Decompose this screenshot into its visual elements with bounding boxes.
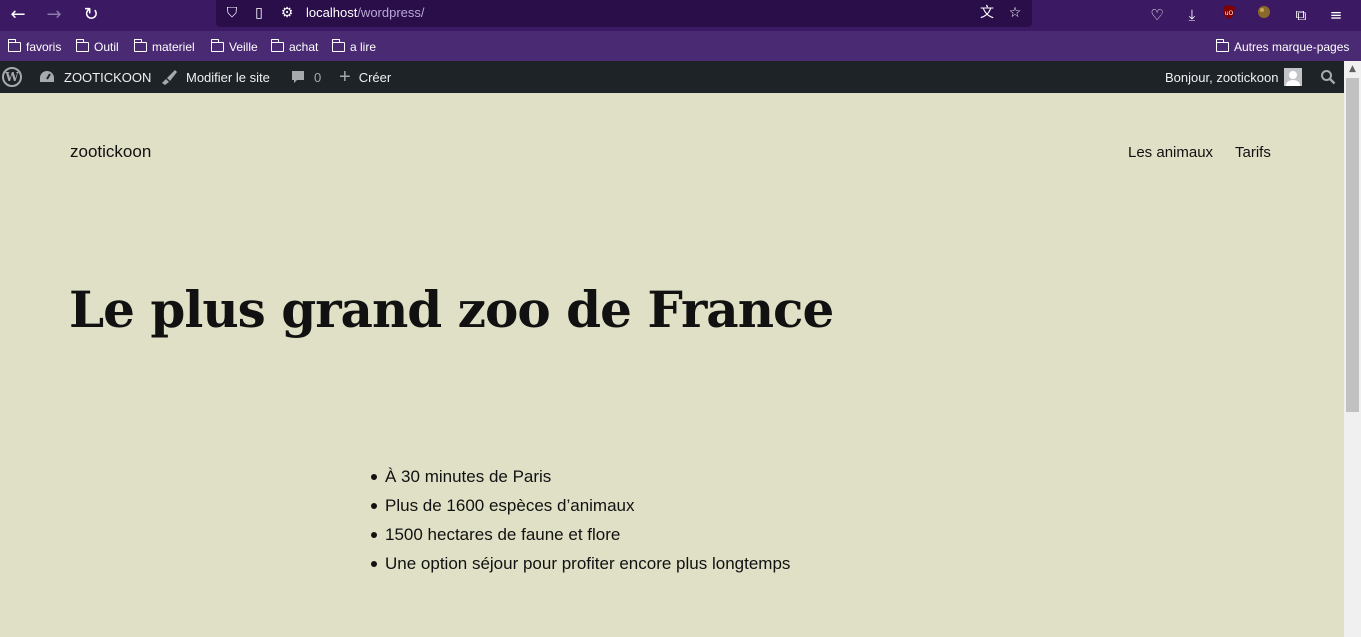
wp-admin-bar: W ZOOTICKOON Modifier le site 0 + Créer … [0, 61, 1344, 93]
folder-icon [210, 39, 224, 52]
page-icon[interactable]: ▯ [249, 3, 269, 23]
comment-bubble-icon [290, 69, 306, 85]
bookmark-label: favoris [26, 40, 62, 54]
back-arrow-icon[interactable]: ← [6, 3, 30, 27]
bookmarks-bar: favoris Outil materiel Veille achat a li… [0, 31, 1361, 61]
bookmark-label: a lire [350, 40, 377, 54]
bookmark-folder[interactable]: Veille [210, 38, 258, 56]
pocket-icon[interactable]: ♡ [1145, 3, 1169, 27]
brush-icon [160, 69, 178, 85]
edit-site-link[interactable]: Modifier le site [160, 61, 270, 93]
site-name-label: ZOOTICKOON [64, 69, 152, 85]
site-name-menu[interactable]: ZOOTICKOON [38, 61, 151, 93]
ublock-icon[interactable]: uO [1217, 3, 1241, 27]
bookmark-label: Veille [229, 40, 258, 54]
bookmark-star-icon[interactable]: ☆ [1005, 3, 1025, 23]
site-title[interactable]: zootickoon [70, 142, 151, 162]
list-item: 1500 hectares de faune et flore [371, 520, 790, 549]
menu-icon[interactable]: ≡ [1324, 3, 1348, 27]
translate-icon[interactable]: 文 [977, 3, 997, 23]
edit-site-label: Modifier le site [186, 69, 270, 85]
page-heading: Le plus grand zoo de France [69, 280, 834, 339]
extension-icon[interactable] [1252, 3, 1276, 27]
comments-link[interactable]: 0 [290, 61, 321, 93]
folder-icon [331, 39, 345, 52]
folder-icon [1215, 39, 1229, 52]
bookmark-folder[interactable]: Outil [75, 38, 119, 56]
bookmark-label: achat [289, 40, 319, 54]
comments-count: 0 [314, 69, 322, 85]
list-item: Plus de 1600 espèces d’animaux [371, 491, 790, 520]
browser-toolbar: ← → ↻ ⛉ ▯ ⚙ localhost/wordpress/ 文 ☆ ♡ ⤓… [0, 0, 1361, 31]
bookmark-folder[interactable]: materiel [133, 38, 195, 56]
scroll-up-arrow-icon[interactable]: ▲ [1344, 61, 1361, 78]
bookmark-label: materiel [152, 40, 195, 54]
dashboard-icon [38, 69, 56, 85]
page-scrollbar[interactable]: ▲ [1344, 61, 1361, 637]
downloads-icon[interactable]: ⤓ [1180, 3, 1204, 27]
new-content-menu[interactable]: + Créer [339, 61, 391, 93]
folder-icon [133, 39, 147, 52]
feature-text: À 30 minutes de Paris [385, 466, 552, 486]
bookmark-folder[interactable]: favoris [7, 38, 62, 56]
folder-icon [75, 39, 89, 52]
bullet-icon [371, 473, 377, 480]
folder-icon [270, 39, 284, 52]
plus-icon: + [339, 65, 351, 88]
other-bookmarks-label: Autres marque-pages [1234, 40, 1350, 54]
address-bar[interactable]: ⛉ ▯ ⚙ localhost/wordpress/ 文 ☆ [216, 0, 1032, 27]
forward-arrow-icon[interactable]: → [42, 3, 66, 27]
list-item: À 30 minutes de Paris [371, 462, 790, 491]
reload-icon[interactable]: ↻ [79, 3, 103, 27]
folder-icon [7, 39, 21, 52]
svg-text:uO: uO [1225, 10, 1234, 17]
bullet-icon [371, 531, 377, 538]
bookmark-folder[interactable]: a lire [331, 38, 377, 56]
bookmark-folder[interactable]: achat [270, 38, 319, 56]
list-item: Une option séjour pour profiter encore p… [371, 549, 790, 578]
bookmark-label: Outil [94, 40, 119, 54]
feature-text: 1500 hectares de faune et flore [385, 524, 621, 544]
bullet-icon [371, 502, 377, 509]
shield-icon[interactable]: ⛉ [222, 3, 242, 23]
wordpress-logo-icon: W [2, 67, 22, 87]
search-icon [1320, 69, 1336, 85]
nav-item-pricing[interactable]: Tarifs [1235, 144, 1271, 161]
url-path: /wordpress/ [357, 5, 425, 20]
feature-text: Plus de 1600 espèces d’animaux [385, 495, 635, 515]
permissions-icon[interactable]: ⚙ [277, 3, 297, 23]
url-host: localhost [306, 5, 358, 20]
bullet-icon [371, 560, 377, 567]
other-bookmarks[interactable]: Autres marque-pages [1215, 38, 1350, 56]
extensions-puzzle-icon[interactable]: ⧉ [1289, 3, 1313, 27]
greeting-label: Bonjour, zootickoon [1165, 69, 1279, 85]
my-account-menu[interactable]: Bonjour, zootickoon [1165, 61, 1303, 93]
new-content-label: Créer [358, 69, 392, 85]
url-text[interactable]: localhost/wordpress/ [306, 5, 425, 20]
search-toggle[interactable] [1320, 61, 1344, 93]
nav-item-animals[interactable]: Les animaux [1128, 144, 1213, 161]
wp-logo-menu[interactable]: W [2, 61, 22, 93]
avatar [1284, 68, 1303, 86]
feature-list: À 30 minutes de Paris Plus de 1600 espèc… [371, 462, 790, 578]
scroll-thumb[interactable] [1346, 78, 1359, 412]
feature-text: Une option séjour pour profiter encore p… [385, 553, 791, 573]
